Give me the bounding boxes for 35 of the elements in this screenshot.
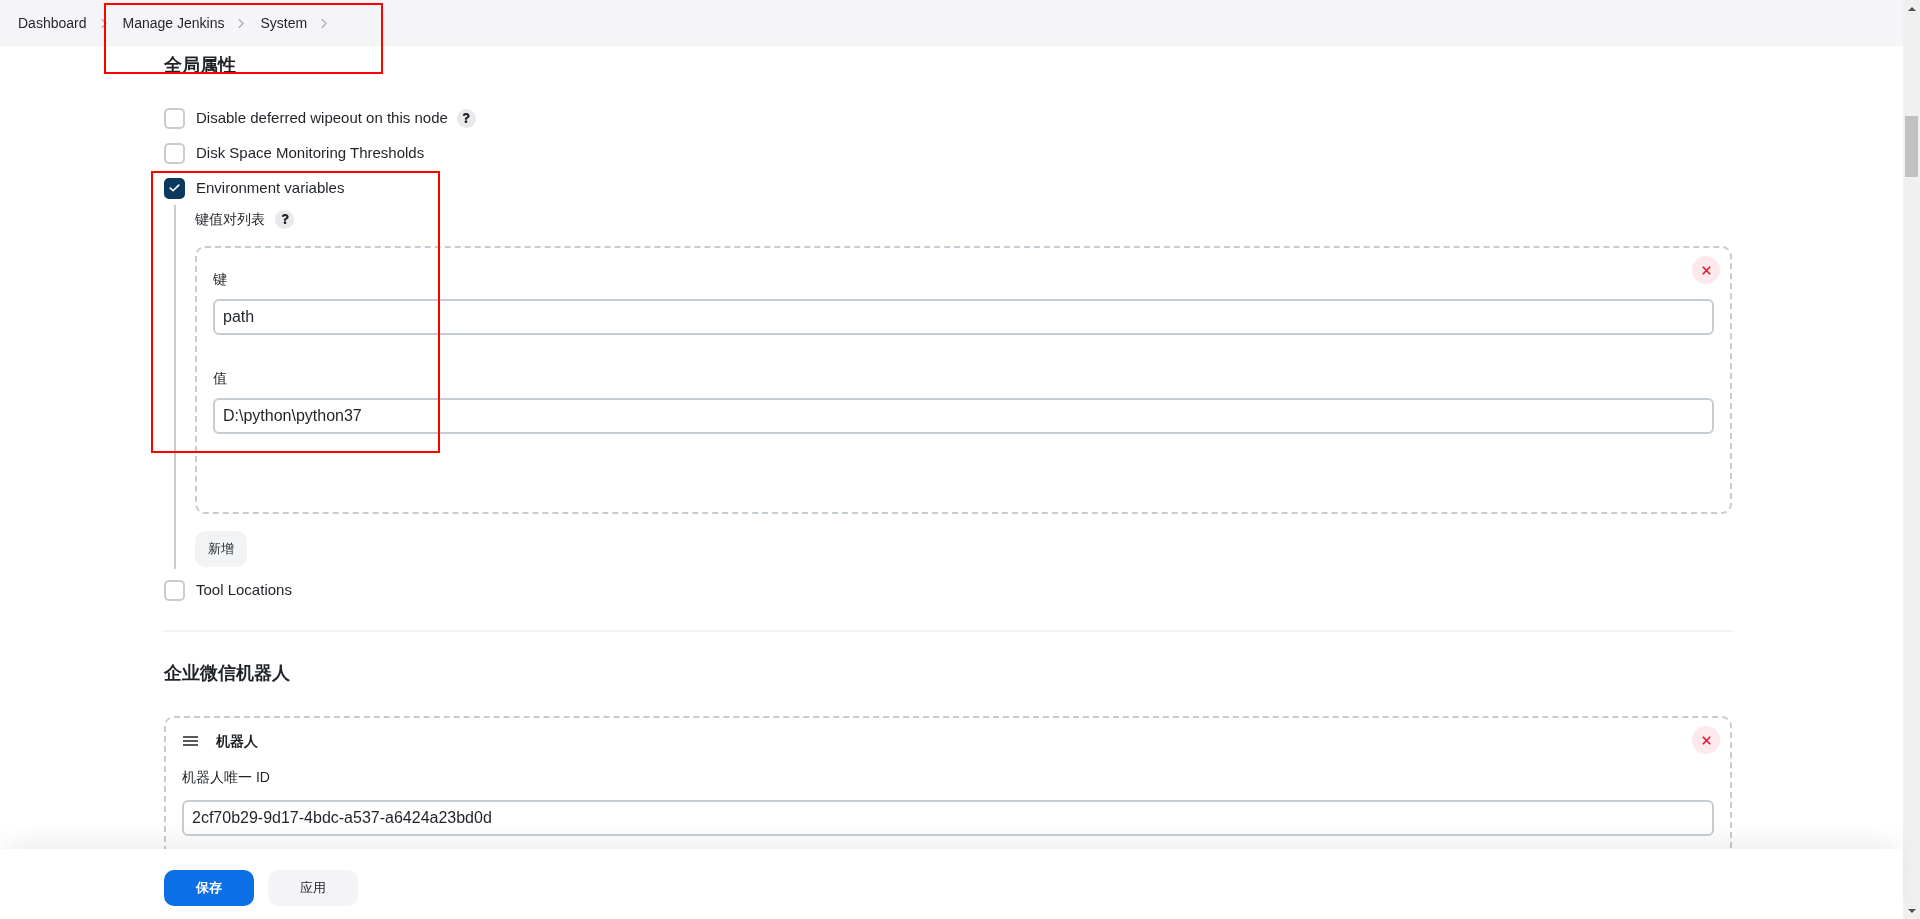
- scroll-down-arrow-icon[interactable]: [1907, 908, 1916, 913]
- text-input[interactable]: path: [213, 299, 1714, 335]
- field-label: 机器人唯一 ID: [182, 768, 270, 787]
- checkbox[interactable]: [164, 177, 185, 199]
- option-label[interactable]: Disable deferred wipeout on this node: [196, 108, 448, 128]
- remove-button[interactable]: [1692, 726, 1720, 754]
- chevron-right-icon[interactable]: [238, 17, 245, 29]
- option-label[interactable]: Tool Locations: [196, 580, 292, 600]
- help-icon[interactable]: [275, 209, 294, 229]
- list-label: 键值对列表: [195, 210, 265, 229]
- breadcrumb-link[interactable]: Dashboard: [18, 13, 87, 33]
- hamburger-icon[interactable]: [183, 736, 198, 746]
- save-button[interactable]: 保存: [164, 870, 254, 906]
- chevron-right-icon[interactable]: [321, 17, 328, 29]
- scroll-up-arrow-icon[interactable]: [1907, 6, 1916, 11]
- text-input[interactable]: D:\python\python37: [213, 398, 1714, 434]
- robot-title: 机器人: [216, 732, 258, 751]
- scrollbar[interactable]: [1903, 0, 1920, 919]
- option-label[interactable]: Environment variables: [196, 178, 345, 198]
- field-label: 值: [213, 369, 227, 388]
- help-icon[interactable]: [456, 108, 476, 128]
- breadcrumb-link[interactable]: System: [260, 13, 308, 33]
- scrollbar-thumb[interactable]: [1905, 116, 1918, 177]
- close-icon: [1701, 735, 1711, 745]
- breadcrumb-link[interactable]: Manage Jenkins: [122, 13, 225, 33]
- check-icon: [169, 184, 180, 192]
- text-input[interactable]: 2cf70b29-9d17-4bdc-a537-a6424a23bd0d: [182, 800, 1714, 836]
- close-icon: [1701, 265, 1711, 275]
- apply-button[interactable]: 应用: [268, 870, 358, 906]
- chevron-right-icon[interactable]: [100, 17, 107, 29]
- add-button[interactable]: 新增: [195, 531, 247, 567]
- section-heading: 企业微信机器人: [164, 662, 291, 685]
- option-label[interactable]: Disk Space Monitoring Thresholds: [196, 143, 425, 163]
- field-label: 键: [213, 270, 227, 289]
- remove-button[interactable]: [1692, 256, 1720, 284]
